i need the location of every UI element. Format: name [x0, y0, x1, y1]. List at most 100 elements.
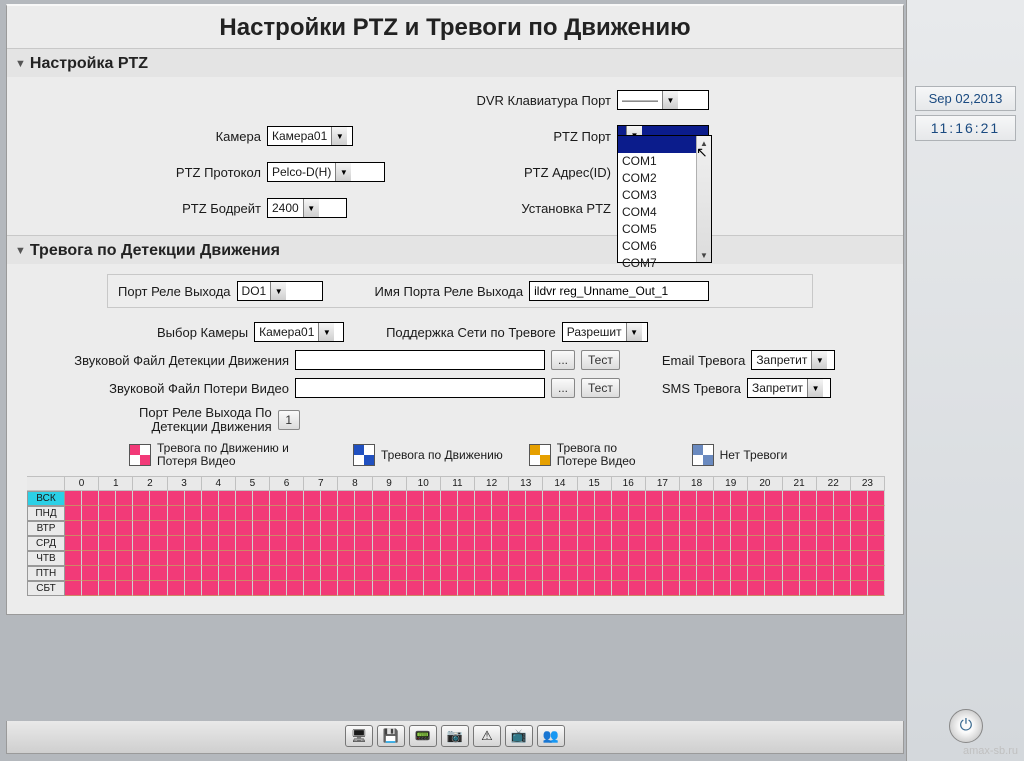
schedule-cell[interactable]: [185, 506, 202, 521]
schedule-cell[interactable]: [441, 551, 458, 566]
schedule-cell[interactable]: [834, 506, 851, 521]
schedule-cell[interactable]: [612, 521, 629, 536]
schedule-cell[interactable]: [492, 491, 509, 506]
schedule-cell[interactable]: [287, 521, 304, 536]
schedule-cell[interactable]: [133, 551, 150, 566]
schedule-cell[interactable]: [851, 521, 868, 536]
schedule-cell[interactable]: [526, 551, 543, 566]
schedule-cell[interactable]: [168, 506, 185, 521]
schedule-cell[interactable]: [441, 566, 458, 581]
day-label[interactable]: ПНД: [27, 506, 65, 521]
schedule-cell[interactable]: [578, 566, 595, 581]
schedule-cell[interactable]: [65, 536, 82, 551]
schedule-cell[interactable]: [270, 551, 287, 566]
schedule-cell[interactable]: [629, 521, 646, 536]
schedule-cell[interactable]: [714, 521, 731, 536]
schedule-cell[interactable]: [133, 491, 150, 506]
schedule-cell[interactable]: [150, 506, 167, 521]
schedule-cell[interactable]: [338, 506, 355, 521]
section-ptz-header[interactable]: ▼ Настройка PTZ: [7, 48, 903, 77]
schedule-cell[interactable]: [338, 491, 355, 506]
schedule-cell[interactable]: [714, 566, 731, 581]
schedule-cell[interactable]: [868, 581, 885, 596]
schedule-cell[interactable]: [646, 536, 663, 551]
schedule-cell[interactable]: [373, 491, 390, 506]
schedule-cell[interactable]: [492, 581, 509, 596]
schedule-cell[interactable]: [783, 506, 800, 521]
schedule-cell[interactable]: [424, 536, 441, 551]
schedule-cell[interactable]: [646, 581, 663, 596]
schedule-cell[interactable]: [287, 581, 304, 596]
schedule-cell[interactable]: [99, 521, 116, 536]
schedule-cell[interactable]: [150, 581, 167, 596]
schedule-cell[interactable]: [748, 581, 765, 596]
schedule-cell[interactable]: [783, 581, 800, 596]
schedule-cell[interactable]: [663, 521, 680, 536]
schedule-cell[interactable]: [526, 506, 543, 521]
schedule-cell[interactable]: [817, 581, 834, 596]
schedule-cell[interactable]: [731, 521, 748, 536]
schedule-cell[interactable]: [355, 581, 372, 596]
schedule-cell[interactable]: [765, 491, 782, 506]
schedule-cell[interactable]: [185, 521, 202, 536]
schedule-cell[interactable]: [783, 551, 800, 566]
relay-port-select[interactable]: DO1▼: [237, 281, 323, 301]
schedule-cell[interactable]: [783, 521, 800, 536]
schedule-cell[interactable]: [492, 551, 509, 566]
schedule-cell[interactable]: [185, 566, 202, 581]
chevron-down-icon[interactable]: ▼: [331, 127, 347, 145]
schedule-cell[interactable]: [150, 566, 167, 581]
schedule-cell[interactable]: [390, 536, 407, 551]
schedule-cell[interactable]: [236, 521, 253, 536]
email-alarm-select[interactable]: Запретит▼: [751, 350, 835, 370]
schedule-cell[interactable]: [65, 521, 82, 536]
schedule-cell[interactable]: [236, 581, 253, 596]
schedule-cell[interactable]: [236, 491, 253, 506]
schedule-cell[interactable]: [407, 551, 424, 566]
schedule-cell[interactable]: [697, 491, 714, 506]
schedule-cell[interactable]: [441, 491, 458, 506]
schedule-cell[interactable]: [509, 506, 526, 521]
schedule-row[interactable]: СБТ: [27, 581, 885, 596]
schedule-cell[interactable]: [697, 536, 714, 551]
schedule-cell[interactable]: [185, 536, 202, 551]
day-label[interactable]: ЧТВ: [27, 551, 65, 566]
schedule-cell[interactable]: [492, 536, 509, 551]
schedule-cell[interactable]: [219, 536, 236, 551]
schedule-cell[interactable]: [509, 521, 526, 536]
schedule-cell[interactable]: [253, 506, 270, 521]
schedule-cell[interactable]: [82, 521, 99, 536]
schedule-row[interactable]: ВТР: [27, 521, 885, 536]
schedule-cell[interactable]: [116, 506, 133, 521]
schedule-cell[interactable]: [868, 536, 885, 551]
schedule-cell[interactable]: [65, 581, 82, 596]
schedule-cell[interactable]: [868, 521, 885, 536]
schedule-cell[interactable]: [407, 581, 424, 596]
sms-alarm-select[interactable]: Запретит▼: [747, 378, 831, 398]
schedule-cell[interactable]: [578, 521, 595, 536]
schedule-row[interactable]: СРД: [27, 536, 885, 551]
schedule-cell[interactable]: [646, 521, 663, 536]
schedule-cell[interactable]: [595, 521, 612, 536]
schedule-cell[interactable]: [65, 491, 82, 506]
schedule-cell[interactable]: [287, 551, 304, 566]
schedule-cell[interactable]: [612, 566, 629, 581]
schedule-cell[interactable]: [663, 491, 680, 506]
schedule-cell[interactable]: [202, 521, 219, 536]
schedule-cell[interactable]: [475, 581, 492, 596]
schedule-cell[interactable]: [475, 566, 492, 581]
schedule-cell[interactable]: [697, 521, 714, 536]
test-sound-loss-button[interactable]: Тест: [581, 378, 620, 398]
schedule-cell[interactable]: [150, 491, 167, 506]
schedule-cell[interactable]: [680, 566, 697, 581]
schedule-cell[interactable]: [646, 491, 663, 506]
schedule-cell[interactable]: [407, 506, 424, 521]
schedule-row[interactable]: ЧТВ: [27, 551, 885, 566]
chevron-down-icon[interactable]: ▼: [662, 91, 678, 109]
schedule-cell[interactable]: [817, 536, 834, 551]
schedule-cell[interactable]: [168, 491, 185, 506]
schedule-cell[interactable]: [612, 491, 629, 506]
schedule-cell[interactable]: [526, 581, 543, 596]
schedule-cell[interactable]: [629, 551, 646, 566]
schedule-cell[interactable]: [441, 536, 458, 551]
